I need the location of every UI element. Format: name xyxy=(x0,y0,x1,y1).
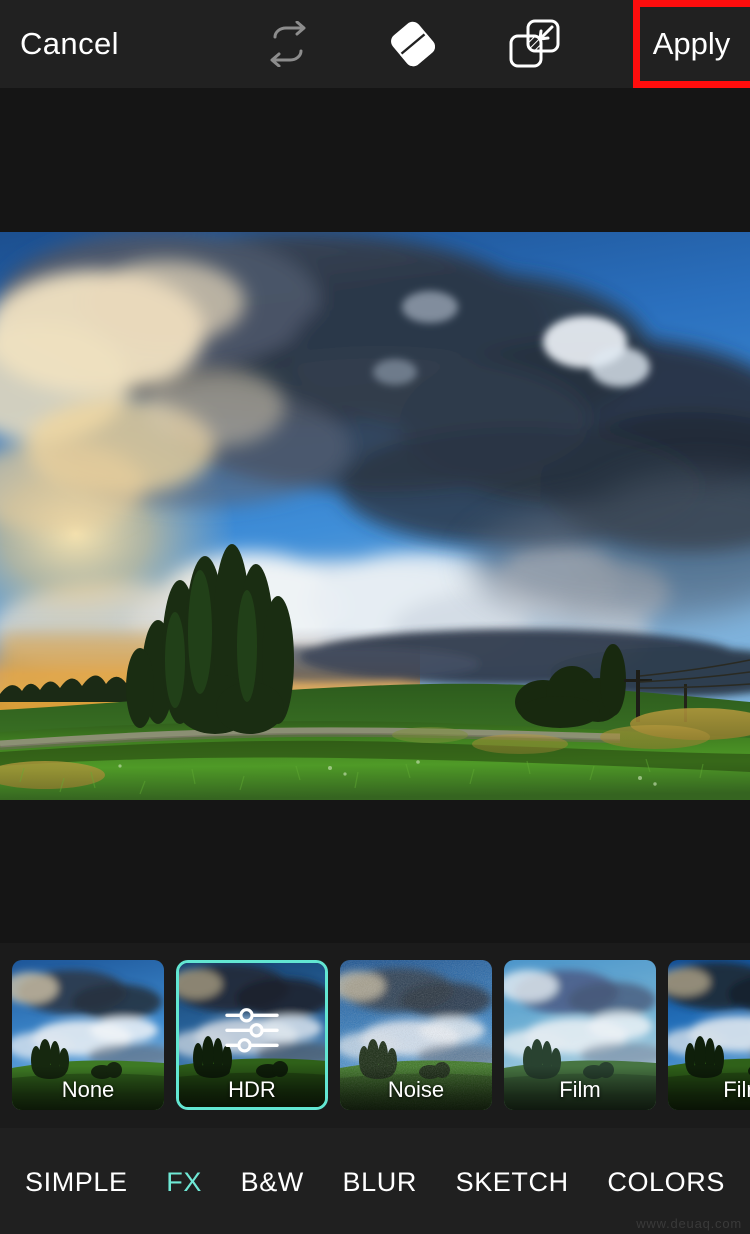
filter-thumb-none[interactable]: None xyxy=(12,960,164,1110)
top-toolbar: Cancel Apply xyxy=(0,0,750,88)
filter-label: Noise xyxy=(387,1077,445,1102)
tab-bw[interactable]: B&W xyxy=(234,1128,311,1234)
repeat-icon[interactable] xyxy=(252,0,324,88)
filter-thumb-film[interactable]: Film xyxy=(504,960,656,1110)
photo-editor-screen: Cancel Apply None HDR Noise Film Fil SIM… xyxy=(0,0,750,1234)
filter-thumb-noise[interactable]: Noise xyxy=(340,960,492,1110)
filter-label: HDR xyxy=(228,1077,276,1102)
tab-fx[interactable]: FX xyxy=(159,1128,209,1234)
sliders-icon xyxy=(221,1005,283,1060)
cancel-button[interactable]: Cancel xyxy=(20,0,200,88)
filter-track: None HDR Noise Film Fil xyxy=(12,960,750,1110)
filter-label: None xyxy=(61,1077,115,1102)
mask-overlap-icon[interactable] xyxy=(501,0,573,88)
apply-button-region: Apply xyxy=(633,0,750,88)
edited-photo[interactable] xyxy=(0,232,750,800)
tab-sketch[interactable]: SKETCH xyxy=(449,1128,576,1234)
tab-simple[interactable]: SIMPLE xyxy=(18,1128,135,1234)
filter-thumb-hdr[interactable]: HDR xyxy=(176,960,328,1110)
site-watermark: www.deuaq.com xyxy=(636,1216,742,1231)
apply-button[interactable]: Apply xyxy=(633,0,750,88)
filter-label: Film xyxy=(723,1077,750,1102)
filter-thumb-film-2[interactable]: Film xyxy=(668,960,750,1110)
tab-blur[interactable]: BLUR xyxy=(336,1128,424,1234)
photo-canvas-area[interactable] xyxy=(0,88,750,943)
eraser-icon[interactable] xyxy=(377,0,449,88)
filter-label: Film xyxy=(559,1077,601,1102)
filter-thumbnail-strip[interactable]: None HDR Noise Film Fil xyxy=(0,943,750,1128)
